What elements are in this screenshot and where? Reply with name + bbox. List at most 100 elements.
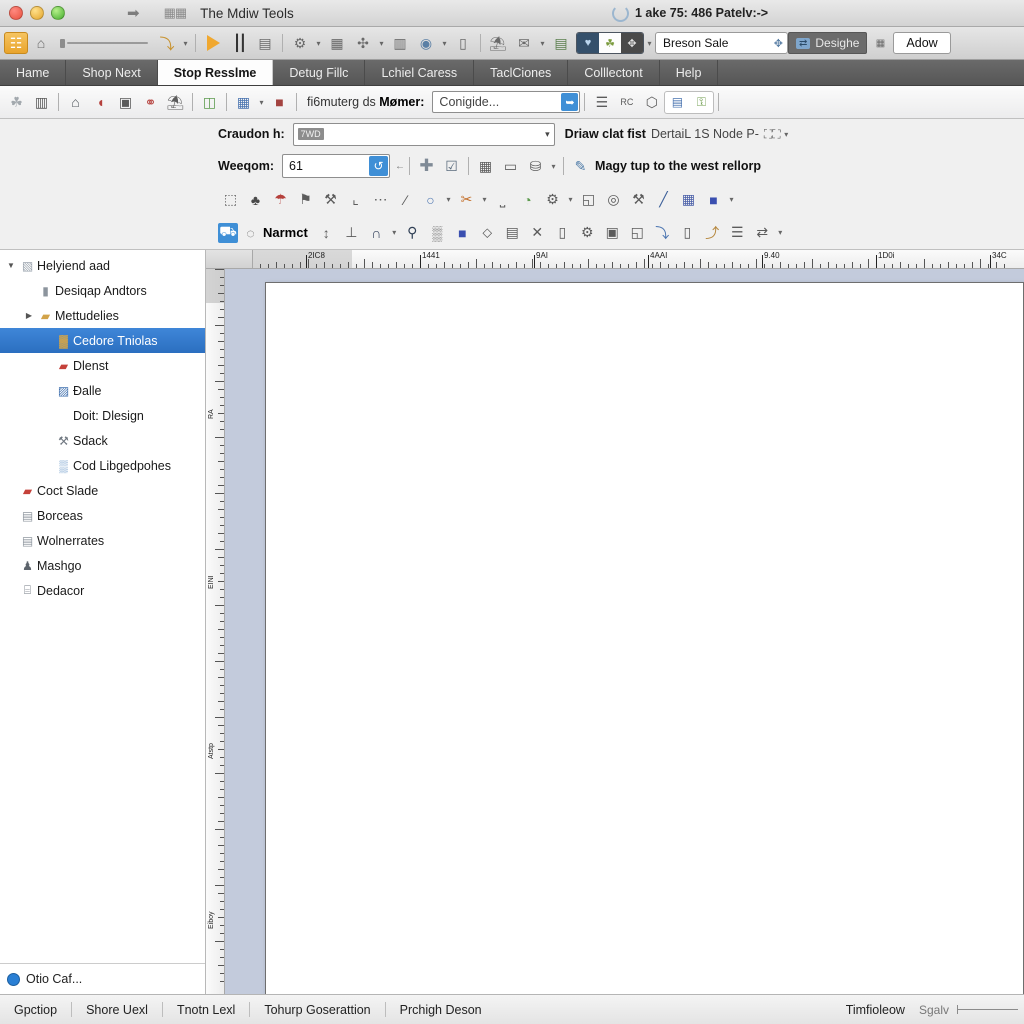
- grid-small-icon[interactable]: ▦: [867, 31, 893, 55]
- calc-grid-icon[interactable]: ▦: [676, 188, 701, 212]
- comment-button[interactable]: ✉: [511, 31, 537, 55]
- gear-caret-icon[interactable]: ▾: [565, 195, 576, 204]
- wrench-icon[interactable]: ⚒: [318, 188, 343, 212]
- sidebar-item-3[interactable]: ▓ Cedore Tniolas: [0, 328, 205, 353]
- menu-tab-5[interactable]: TaclCiones: [474, 60, 569, 85]
- panel-button[interactable]: ▯: [450, 31, 476, 55]
- comment-dropdown-caret[interactable]: ▾: [537, 39, 548, 48]
- slider-knob[interactable]: [60, 38, 65, 48]
- mode-move-button[interactable]: ✥: [621, 33, 643, 53]
- blue-block-icon[interactable]: ■: [701, 188, 726, 212]
- blue-person-badge-icon[interactable]: ⛟: [218, 222, 238, 243]
- settings-cog-icon[interactable]: ⚙: [575, 221, 600, 245]
- close-window-button[interactable]: [9, 6, 23, 20]
- green-book-icon[interactable]: ◫: [197, 90, 222, 114]
- run-play-button[interactable]: [200, 31, 226, 55]
- home-icon[interactable]: ⌂: [63, 90, 88, 114]
- window-fill-icon[interactable]: ▤: [500, 221, 525, 245]
- scissors-orange-icon[interactable]: ✂: [454, 188, 479, 212]
- slider-track[interactable]: [67, 42, 148, 44]
- insert-object-button[interactable]: ☑: [439, 154, 464, 178]
- lock-toggle-icon[interactable]: ⚿: [689, 92, 713, 113]
- sidebar-item-4[interactable]: ▰ Dlenst: [0, 353, 205, 378]
- menu-tab-3[interactable]: Detug Fillc: [273, 60, 366, 85]
- export-icon[interactable]: ⤵: [650, 221, 675, 245]
- brush-blue-icon[interactable]: ╱: [651, 188, 676, 212]
- globe-button[interactable]: ◉: [413, 31, 439, 55]
- project-tree[interactable]: ▼ ▧ Helyiend aad ▮ Desiqap Andtors ▶ ▰ Mettudel…: [0, 250, 205, 963]
- archive-caret[interactable]: ▾: [548, 162, 559, 171]
- diamond-move-icon[interactable]: ⬦: [475, 221, 500, 245]
- refresh-icon[interactable]: ↺: [369, 156, 389, 176]
- pipette-icon[interactable]: ⚒: [626, 188, 651, 212]
- bell-icon[interactable]: ∩: [364, 221, 389, 245]
- grid-layout-button[interactable]: ▦: [324, 31, 350, 55]
- status-item-3[interactable]: Tohurp Goserattion: [250, 1003, 384, 1017]
- add-button[interactable]: ✚: [414, 154, 439, 178]
- page-curl-icon[interactable]: ◱: [625, 221, 650, 245]
- globe-dropdown-caret[interactable]: ▾: [439, 39, 450, 48]
- database-caret-icon[interactable]: ▾: [256, 98, 267, 107]
- table-grid-button[interactable]: ▦: [473, 154, 498, 178]
- menu-tab-bar[interactable]: Hame Shop Next Stop Resslme Detug Fillc Lchi…: [0, 60, 1024, 86]
- chevron-down-icon[interactable]: ▾: [545, 129, 550, 140]
- ellipsis-icon[interactable]: ⋯: [368, 188, 393, 212]
- scatter-tool-button[interactable]: ✣: [350, 31, 376, 55]
- keyboard-toggle-icon[interactable]: ▤: [665, 92, 689, 113]
- undo-dropdown-caret[interactable]: ▾: [180, 39, 191, 48]
- home-panel-button[interactable]: ⌂: [28, 31, 54, 55]
- horizontal-ruler[interactable]: 2IC8 1441 9AI 4AAI 9.40 1D0i 34C: [206, 250, 1024, 269]
- sidebar-item-8[interactable]: ▒ Cod Libgedpohes: [0, 453, 205, 478]
- scatter-dropdown-caret[interactable]: ▾: [376, 39, 387, 48]
- status-item-2[interactable]: Tnotn Lexl: [163, 1003, 249, 1017]
- close-x-icon[interactable]: ✕: [525, 221, 550, 245]
- list-lines-icon[interactable]: ☰: [589, 90, 614, 114]
- align-list-icon[interactable]: ☰: [725, 221, 750, 245]
- blue-block-caret[interactable]: ▾: [726, 195, 737, 204]
- sidebar-item-12[interactable]: ♟ Mashgo: [0, 553, 205, 578]
- chart-column-icon[interactable]: ▥: [29, 90, 54, 114]
- table-view-button[interactable]: ▤: [252, 31, 278, 55]
- mode-toggle-group[interactable]: ♥ ☘ ✥: [576, 32, 644, 54]
- search-caret-icon[interactable]: ▾: [443, 195, 454, 204]
- sidebar-footer[interactable]: Otio Caf...: [0, 963, 205, 994]
- view-toggle-group[interactable]: ▤ ⚿: [664, 90, 715, 114]
- swap-image-icon[interactable]: ⇄: [750, 221, 775, 245]
- zoom-slider-control[interactable]: [60, 36, 148, 50]
- undo-curve-button[interactable]: ⤵: [154, 31, 180, 55]
- settings-gear-button[interactable]: ⚙: [287, 31, 313, 55]
- note-button[interactable]: ⛱: [485, 31, 511, 55]
- text-baseline-icon[interactable]: ⊥: [339, 221, 364, 245]
- database-icon[interactable]: ▦: [231, 90, 256, 114]
- note-pencil-icon[interactable]: ✎: [568, 154, 593, 178]
- capsule-icon[interactable]: ▯: [550, 221, 575, 245]
- layout-preview-button[interactable]: ▤: [548, 31, 574, 55]
- bell-caret-icon[interactable]: ▾: [389, 228, 400, 237]
- sidebar-item-7[interactable]: ⚒ Sdack: [0, 428, 205, 453]
- stamp-icon[interactable]: ⚑: [293, 188, 318, 212]
- adow-button[interactable]: Adow: [893, 32, 951, 54]
- archive-button[interactable]: ⛁: [523, 154, 548, 178]
- sidebar-item-0[interactable]: ▼ ▧ Helyiend aad: [0, 253, 205, 278]
- craudon-combo[interactable]: 7WD ▾: [292, 122, 555, 146]
- paint-bucket-icon[interactable]: ◔: [515, 188, 540, 212]
- target-icon[interactable]: ◎: [601, 188, 626, 212]
- vertical-align-icon[interactable]: ↕: [314, 221, 339, 245]
- image-frame-icon[interactable]: ▣: [600, 221, 625, 245]
- scissors-caret-icon[interactable]: ▾: [479, 195, 490, 204]
- sidebar-item-9[interactable]: ▰ Coct Slade: [0, 478, 205, 503]
- status-item-4[interactable]: Prchigh Deson: [386, 1003, 496, 1017]
- zoom-slider[interactable]: [957, 1005, 1018, 1014]
- window-split-icon[interactable]: ⛱: [163, 90, 188, 114]
- network-grid-icon[interactable]: ⬚: [218, 188, 243, 212]
- window-controls[interactable]: [0, 6, 65, 20]
- draw-dropdown-caret[interactable]: ▾: [781, 130, 792, 139]
- weeqom-input[interactable]: 61 ↺: [282, 154, 391, 178]
- waveform-button[interactable]: ⎮⎮: [226, 31, 252, 55]
- swap-caret-icon[interactable]: ▾: [775, 228, 786, 237]
- rc-text-icon[interactable]: RC: [614, 90, 639, 114]
- menu-tab-6[interactable]: Colllectont: [568, 60, 660, 85]
- magnifier-icon[interactable]: ⚲: [400, 221, 425, 245]
- tree-node-icon[interactable]: ☘: [4, 90, 29, 114]
- bracket-icon[interactable]: ⎵: [490, 188, 515, 212]
